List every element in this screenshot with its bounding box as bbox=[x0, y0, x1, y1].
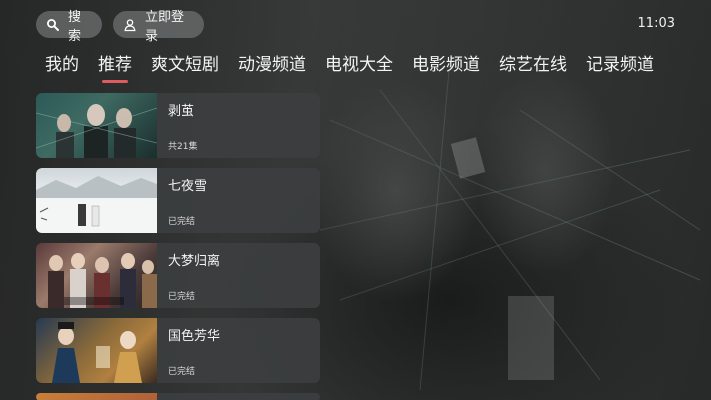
list-item[interactable]: 国色芳华 已完结 bbox=[36, 318, 320, 383]
item-status: 已完结 bbox=[168, 367, 196, 377]
tab-recommend[interactable]: 推荐 bbox=[98, 53, 132, 83]
recommend-list: 剥茧 共21集 七夜雪 已完结 大梦归离 已完结 国色芳华 已完结 bbox=[36, 93, 320, 400]
tab-variety[interactable]: 综艺在线 bbox=[499, 53, 567, 77]
item-title: 剥茧 bbox=[168, 104, 195, 119]
tab-documentary[interactable]: 记录频道 bbox=[586, 53, 654, 77]
poster-thumbnail bbox=[36, 168, 157, 233]
item-title: 大梦归离 bbox=[168, 254, 221, 269]
list-item[interactable]: 大梦归离 已完结 bbox=[36, 243, 320, 308]
tab-short-drama[interactable]: 爽文短剧 bbox=[151, 53, 219, 77]
clock: 11:03 bbox=[637, 16, 675, 31]
user-icon bbox=[123, 18, 137, 32]
search-button[interactable]: 搜索 bbox=[36, 10, 102, 44]
tab-mine[interactable]: 我的 bbox=[45, 53, 79, 77]
item-title: 国色芳华 bbox=[168, 329, 221, 344]
search-icon bbox=[46, 18, 60, 32]
item-status: 已完结 bbox=[168, 217, 196, 227]
list-item[interactable]: 剥茧 共21集 bbox=[36, 93, 320, 158]
tab-tv[interactable]: 电视大全 bbox=[325, 53, 393, 77]
poster-thumbnail bbox=[36, 318, 157, 383]
poster-thumbnail bbox=[36, 393, 157, 400]
search-label: 搜索 bbox=[68, 9, 82, 44]
item-status: 已完结 bbox=[168, 292, 196, 302]
item-status: 共21集 bbox=[168, 142, 198, 152]
poster-thumbnail bbox=[36, 93, 157, 158]
login-button[interactable]: 立即登录 bbox=[113, 10, 204, 44]
tab-anime[interactable]: 动漫频道 bbox=[238, 53, 306, 77]
login-label: 立即登录 bbox=[145, 9, 185, 44]
list-item[interactable] bbox=[36, 393, 320, 400]
list-item[interactable]: 七夜雪 已完结 bbox=[36, 168, 320, 233]
item-title: 七夜雪 bbox=[168, 179, 208, 194]
poster-thumbnail bbox=[36, 243, 157, 308]
channel-tabs: 我的 推荐 爽文短剧 动漫频道 电视大全 电影频道 综艺在线 记录频道 bbox=[45, 53, 654, 83]
tab-movie[interactable]: 电影频道 bbox=[412, 53, 480, 77]
